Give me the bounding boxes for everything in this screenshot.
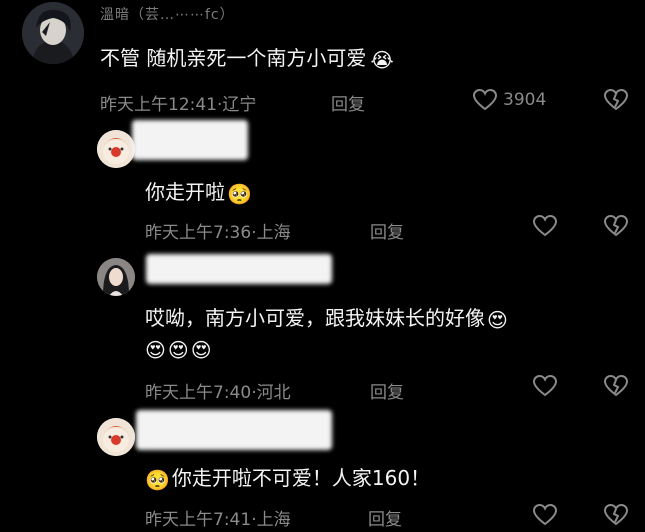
heart-outline-icon [532, 374, 558, 398]
comment-text-content: 不管 随机亲死一个南方小可爱 [100, 46, 367, 70]
reply-button[interactable]: 回复 [370, 378, 404, 403]
reply-button[interactable]: 回复 [368, 505, 402, 530]
heart-eyes-emoji-icon: 😍 [487, 307, 508, 332]
broken-heart-icon [603, 214, 629, 238]
comment-text: 哎呦，南方小可爱，跟我妹妹长的好像 😍 [145, 302, 508, 332]
comment-meta: 昨天上午12:41·辽宁 [100, 95, 257, 115]
comment-location: 上海 [256, 223, 291, 243]
crying-emoji-icon: 😭 [370, 47, 394, 72]
comment-text-content: 哎呦，南方小可爱，跟我妹妹长的好像 [145, 306, 485, 330]
dislike-button[interactable] [603, 374, 629, 398]
comment-text: 你走开啦 🥺 [145, 176, 252, 206]
like-button[interactable] [532, 503, 558, 527]
broken-heart-icon [603, 374, 629, 398]
avatar[interactable] [97, 130, 135, 168]
heart-outline-icon [532, 214, 558, 238]
dislike-button[interactable] [603, 88, 629, 112]
comment-location: 辽宁 [222, 95, 257, 115]
comment-text-content: 你走开啦不可爱！人家160！ [171, 466, 431, 490]
broken-heart-icon [603, 88, 629, 112]
avatar[interactable] [22, 2, 84, 64]
heart-outline-icon [532, 503, 558, 527]
username-redacted [136, 410, 332, 450]
reply-button[interactable]: 回复 [331, 90, 365, 115]
like-button[interactable] [532, 214, 558, 238]
comment-time: 昨天上午7:36 [145, 223, 252, 243]
comment-location: 河北 [256, 383, 291, 403]
pleading-emoji-icon: 🥺 [145, 467, 170, 492]
pleading-emoji-icon: 🥺 [227, 181, 252, 206]
comment-location: 上海 [256, 510, 291, 530]
comment-time: 昨天上午12:41 [100, 95, 217, 115]
dislike-button[interactable] [603, 503, 629, 527]
comment-time: 昨天上午7:40 [145, 383, 252, 403]
dislike-button[interactable] [603, 214, 629, 238]
reply-button[interactable]: 回复 [370, 218, 404, 243]
comment-text: 🥺 你走开啦不可爱！人家160！ [145, 462, 430, 492]
comment-meta: 昨天上午7:40·河北 [145, 383, 291, 403]
like-button[interactable] [472, 88, 498, 112]
comment-meta: 昨天上午7:41·上海 [145, 510, 291, 530]
avatar[interactable] [97, 418, 135, 456]
emoji-line: 😍😍😍 [145, 338, 214, 362]
like-count: 3904 [503, 90, 547, 110]
comment-time: 昨天上午7:41 [145, 510, 252, 530]
comment-text: 不管 随机亲死一个南方小可爱 😭 [100, 42, 394, 72]
comment-meta: 昨天上午7:36·上海 [145, 223, 291, 243]
like-button[interactable] [532, 374, 558, 398]
username[interactable]: 溫暗（芸…⋯⋯fc） [100, 4, 235, 24]
username-redacted [146, 254, 332, 284]
comment-text-content: 你走开啦 [145, 180, 225, 204]
username-redacted [132, 120, 248, 160]
heart-outline-icon [472, 88, 498, 112]
avatar[interactable] [97, 258, 135, 296]
broken-heart-icon [603, 503, 629, 527]
